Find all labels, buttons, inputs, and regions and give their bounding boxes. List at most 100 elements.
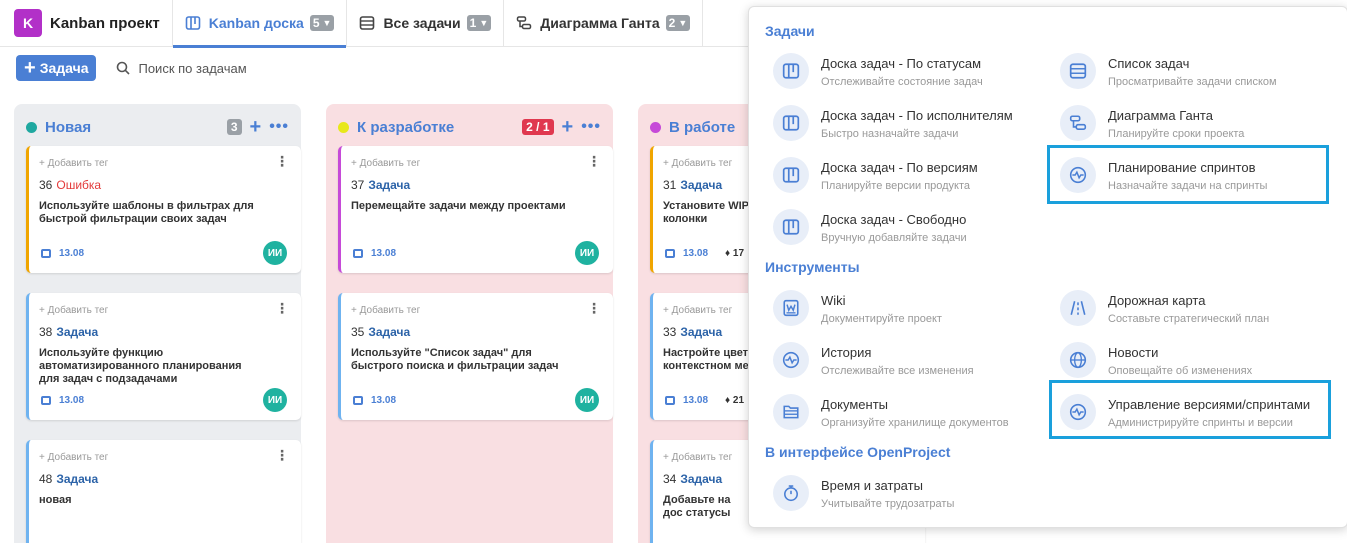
more-icon[interactable]: ••• (269, 118, 289, 136)
menu-item-subtitle: Быстро назначайте задачи (821, 128, 959, 140)
card-id-line: 35 Задача (351, 325, 410, 339)
menu-item-gantt[interactable]: Диаграмма Ганта Планируйте сроки проекта (1060, 105, 1330, 141)
tab-count-badge[interactable]: 1 ▼ (466, 15, 492, 31)
menu-item-title: Список задач (1108, 56, 1190, 71)
card-description: Настройте цвет контекстном ме (663, 347, 749, 372)
plus-icon: + (24, 57, 36, 79)
card-id: 36 (39, 178, 53, 192)
card-points-value: 17 (732, 248, 745, 259)
card-type[interactable]: Задача (56, 325, 98, 339)
tab-kanban-board[interactable]: Kanban доска 5 ▼ (172, 0, 348, 48)
add-tag-link[interactable]: + Добавить тег (351, 305, 420, 316)
card-type[interactable]: Задача (368, 325, 410, 339)
add-tag-link[interactable]: + Добавить тег (39, 158, 108, 169)
tab-all-tasks[interactable]: Все задачи 1 ▼ (347, 0, 505, 47)
project-name: Kanban проект (50, 14, 160, 32)
task-card[interactable]: + Добавить тег ⋮ 36 Ошибка Используйте ша… (26, 146, 301, 273)
menu-item-news[interactable]: Новости Оповещайте об изменениях (1060, 342, 1330, 378)
task-card[interactable]: + Добавить тег ⋮ 35 Задача Используйте "С… (338, 293, 613, 420)
add-tag-link[interactable]: + Добавить тег (39, 305, 108, 316)
menu-item-title: Диаграмма Ганта (1108, 108, 1213, 123)
avatar[interactable]: ИИ (263, 241, 287, 265)
globe-icon (1060, 342, 1096, 378)
card-type[interactable]: Ошибка (56, 178, 101, 192)
tab-gantt[interactable]: Диаграмма Ганта 2 ▼ (504, 0, 704, 47)
tab-label: Все задачи (383, 15, 461, 31)
list-icon (360, 16, 375, 30)
menu-item-board-by-version[interactable]: Доска задач - По версиям Планируйте верси… (773, 157, 1043, 193)
kebab-menu-icon[interactable]: ⋮ (275, 448, 289, 462)
card-type[interactable]: Задача (368, 178, 410, 192)
card-description: Используйте шаблоны в фильтрах для быстр… (39, 200, 254, 225)
avatar[interactable]: ИИ (575, 241, 599, 265)
board-icon (185, 16, 201, 30)
card-id: 31 (663, 178, 677, 192)
add-card-icon[interactable]: + (250, 117, 262, 137)
task-card[interactable]: + Добавить тег ⋮ 37 Задача Перемещайте за… (338, 146, 613, 273)
calendar-icon (665, 396, 675, 405)
add-task-button[interactable]: + Задача (16, 55, 97, 81)
card-description: Установите WIP колонки (663, 200, 749, 225)
calendar-icon (41, 396, 51, 405)
add-card-icon[interactable]: + (562, 117, 574, 137)
menu-item-roadmap[interactable]: Дорожная карта Составьте стратегический п… (1060, 290, 1330, 326)
calendar-icon (353, 396, 363, 405)
card-description: Добавьте на дос статусы (663, 494, 731, 519)
card-id-line: 31 Задача (663, 178, 722, 192)
kebab-menu-icon[interactable]: ⋮ (275, 154, 289, 168)
menu-item-board-by-status[interactable]: Доска задач - По статусам Отслеживайте со… (773, 53, 1043, 89)
card-type[interactable]: Задача (680, 178, 722, 192)
add-tag-link[interactable]: + Добавить тег (663, 305, 732, 316)
kanban-column-new: Новая 3 + ••• + Добавить тег ⋮ 36 Ошибка … (14, 104, 301, 543)
add-tag-link[interactable]: + Добавить тег (663, 452, 732, 463)
card-type[interactable]: Задача (680, 472, 722, 486)
tab-count-badge[interactable]: 2 ▼ (665, 15, 691, 31)
card-type[interactable]: Задача (56, 472, 98, 486)
search-input[interactable] (138, 60, 339, 76)
board-icon (773, 209, 809, 245)
card-type[interactable]: Задача (680, 325, 722, 339)
add-tag-link[interactable]: + Добавить тег (663, 158, 732, 169)
highlight-frame (1049, 380, 1331, 439)
column-header: Новая 3 + ••• (26, 117, 289, 137)
board-icon (773, 157, 809, 193)
column-header: К разработке 2 / 1 + ••• (338, 117, 601, 137)
menu-item-board-free[interactable]: Доска задач - Свободно Вручную добавляйте… (773, 209, 1043, 245)
menu-item-time-costs[interactable]: Время и затраты Учитывайте трудозатраты (773, 475, 1043, 511)
menu-item-wiki[interactable]: Wiki Документируйте проект (773, 290, 1043, 326)
status-dot (650, 121, 661, 133)
card-date: 13.08 (41, 248, 84, 259)
calendar-icon (665, 249, 675, 258)
fire-icon: ♦ (725, 248, 733, 259)
tab-count-badge[interactable]: 5 ▼ (309, 15, 335, 31)
card-date-value: 13.08 (59, 395, 85, 406)
menu-item-board-by-assignee[interactable]: Доска задач - По исполнителям Быстро назн… (773, 105, 1043, 141)
menu-item-history[interactable]: История Отслеживайте все изменения (773, 342, 1043, 378)
kanban-column-todo: К разработке 2 / 1 + ••• + Добавить тег … (326, 104, 613, 543)
avatar[interactable]: ИИ (263, 388, 287, 412)
card-id: 34 (663, 472, 677, 486)
card-id: 35 (351, 325, 365, 339)
gantt-icon (517, 16, 532, 30)
project-switcher[interactable]: K Kanban проект (0, 0, 173, 47)
menu-item-task-list[interactable]: Список задач Просматривайте задачи списко… (1060, 53, 1330, 89)
more-icon[interactable]: ••• (581, 118, 601, 136)
card-id: 48 (39, 472, 53, 486)
add-tag-link[interactable]: + Добавить тег (39, 452, 108, 463)
board-icon (773, 53, 809, 89)
list-icon (1060, 53, 1096, 89)
kebab-menu-icon[interactable]: ⋮ (275, 301, 289, 315)
card-points-value: 21 (732, 395, 745, 406)
menu-item-documents[interactable]: Документы Организуйте хранилище документо… (773, 394, 1043, 430)
card-date-value: 13.08 (371, 395, 397, 406)
task-card[interactable]: + Добавить тег ⋮ 48 Задача новая (26, 440, 301, 543)
avatar[interactable]: ИИ (575, 388, 599, 412)
add-tag-link[interactable]: + Добавить тег (351, 158, 420, 169)
views-dropdown-menu: Задачи Доска задач - По статусам Отслежив… (748, 6, 1347, 528)
gantt-icon (1060, 105, 1096, 141)
card-date: 13.08 (353, 395, 396, 406)
menu-item-subtitle: Организуйте хранилище документов (821, 417, 1009, 429)
kebab-menu-icon[interactable]: ⋮ (587, 301, 601, 315)
kebab-menu-icon[interactable]: ⋮ (587, 154, 601, 168)
task-card[interactable]: + Добавить тег ⋮ 38 Задача Используйте фу… (26, 293, 301, 420)
